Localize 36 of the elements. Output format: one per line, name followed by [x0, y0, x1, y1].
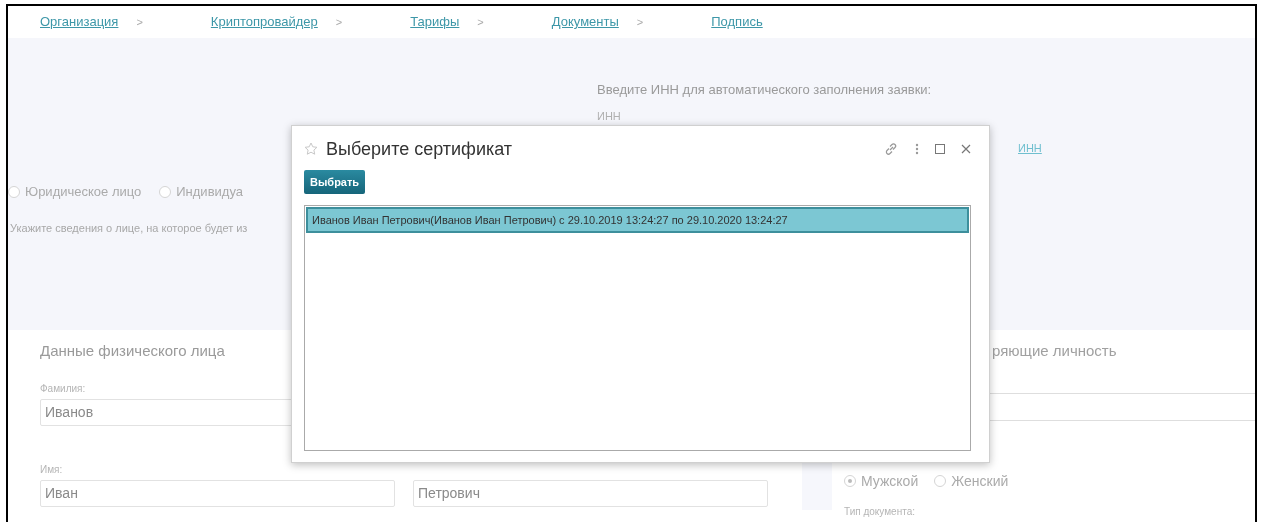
- radio-button[interactable]: [844, 475, 856, 487]
- section-title: ряющие личность: [991, 341, 1118, 361]
- link-icon[interactable]: [883, 141, 899, 157]
- hint-text: Укажите сведения о лице, на которое будет из: [10, 221, 248, 236]
- field-label: Имя:: [40, 462, 64, 477]
- radio-label: Индивидуа: [176, 183, 243, 201]
- close-icon[interactable]: [961, 144, 971, 154]
- breadcrumb-separator: >: [477, 14, 484, 30]
- radio-button[interactable]: [159, 185, 172, 198]
- breadcrumb-link[interactable]: Документы: [551, 12, 619, 32]
- name-field[interactable]: Иван: [40, 479, 395, 507]
- breadcrumb-separator: >: [335, 14, 343, 30]
- select-button[interactable]: Выбрать: [304, 170, 366, 194]
- inn-link[interactable]: ИНН: [1018, 140, 1042, 157]
- radio-label: Мужской: [861, 471, 919, 491]
- dialog-title: Выберите сертификат: [326, 137, 513, 161]
- radio-button[interactable]: [934, 475, 947, 487]
- patronymic-field[interactable]: Петрович: [413, 479, 768, 507]
- breadcrumb-link[interactable]: Криптопровайдер: [210, 12, 318, 32]
- field-label: Фамилия:: [40, 381, 87, 396]
- section-title: Данные физического лица: [40, 341, 226, 361]
- breadcrumb-link[interactable]: Подпись: [711, 12, 763, 32]
- breadcrumb-separator: >: [136, 14, 143, 30]
- star-icon[interactable]: [304, 142, 318, 156]
- radio-label: Юридическое лицо: [25, 183, 142, 201]
- radio-label: Женский: [951, 471, 1009, 491]
- breadcrumb-separator: >: [636, 14, 644, 30]
- radio-button[interactable]: [8, 185, 20, 198]
- breadcrumb-link[interactable]: Организация: [40, 12, 119, 32]
- field-label: Тип документа:: [843, 504, 916, 519]
- inn-prompt: Введите ИНН для автоматического заполнения заявки:: [597, 81, 932, 99]
- certificate-row[interactable]: Иванов Иван Петрович(Иванов Иван Петрович) с 29.10.2019 13:24:27 по 29.10.2020 13:24:27: [306, 207, 969, 233]
- breadcrumb-link[interactable]: Тарифы: [410, 12, 460, 32]
- more-icon[interactable]: [915, 142, 919, 156]
- maximize-icon[interactable]: [935, 144, 945, 154]
- inn-label: ИНН: [597, 108, 622, 124]
